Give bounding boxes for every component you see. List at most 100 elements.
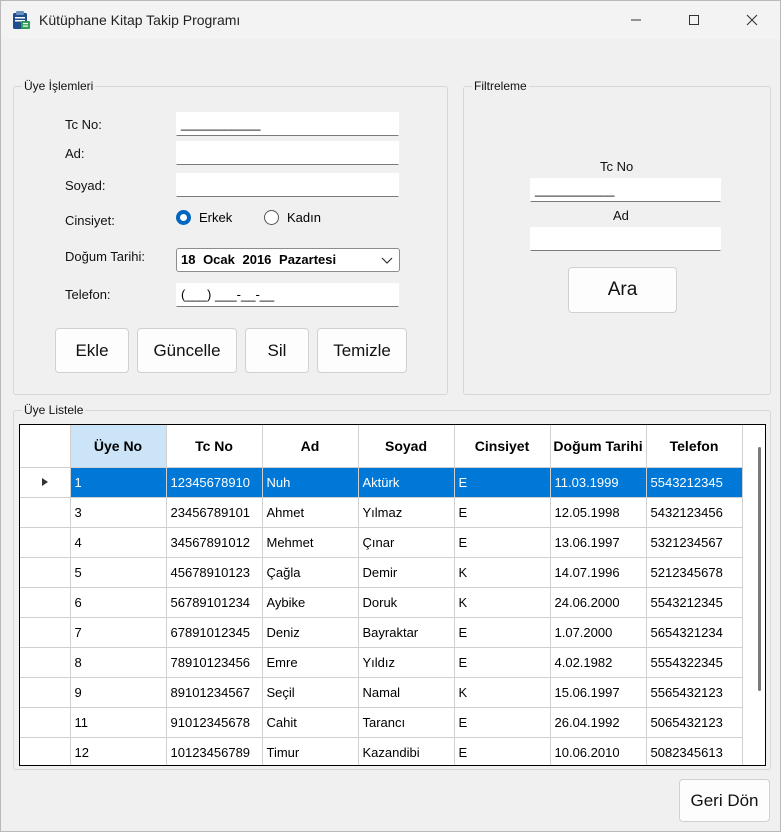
- geri-don-button[interactable]: Geri Dön: [679, 779, 770, 822]
- close-button[interactable]: [723, 1, 781, 39]
- table-row[interactable]: 4 34567891012 Mehmet Çınar E 13.06.1997 532123…: [20, 527, 743, 558]
- table-cell[interactable]: 34567891012: [166, 527, 263, 558]
- table-cell[interactable]: 7: [70, 617, 167, 648]
- table-row[interactable]: 3 23456789101 Ahmet Yılmaz E 12.05.1998 543212…: [20, 497, 743, 528]
- table-cell[interactable]: 9: [70, 677, 167, 708]
- guncelle-button[interactable]: Güncelle: [137, 328, 237, 373]
- table-cell[interactable]: 23456789101: [166, 497, 263, 528]
- title-bar[interactable]: Kütüphane Kitap Takip Programı: [1, 1, 780, 39]
- soyad-field[interactable]: [176, 173, 399, 197]
- table-cell[interactable]: Mehmet: [262, 527, 359, 558]
- row-header[interactable]: [20, 497, 71, 528]
- table-cell[interactable]: 11.03.1999: [550, 467, 647, 498]
- table-cell[interactable]: Deniz: [262, 617, 359, 648]
- table-cell[interactable]: 78910123456: [166, 647, 263, 678]
- table-cell[interactable]: 3: [70, 497, 167, 528]
- table-cell[interactable]: K: [454, 677, 551, 708]
- row-header[interactable]: [20, 617, 71, 648]
- column-header[interactable]: Telefon: [646, 425, 743, 468]
- table-cell[interactable]: 5543212345: [646, 467, 743, 498]
- table-cell[interactable]: 5565432123: [646, 677, 743, 708]
- table-cell[interactable]: 5543212345: [646, 587, 743, 618]
- ara-button[interactable]: Ara: [568, 267, 677, 313]
- table-row[interactable]: 12 10123456789 Timur Kazandibi E 10.06.2010 50…: [20, 737, 743, 765]
- table-cell[interactable]: Aybike: [262, 587, 359, 618]
- table-cell[interactable]: E: [454, 737, 551, 765]
- table-cell[interactable]: 24.06.2000: [550, 587, 647, 618]
- table-cell[interactable]: 8: [70, 647, 167, 678]
- table-cell[interactable]: 12: [70, 737, 167, 765]
- filter-ad-field[interactable]: [530, 227, 721, 251]
- table-cell[interactable]: 91012345678: [166, 707, 263, 738]
- table-cell[interactable]: 6: [70, 587, 167, 618]
- table-cell[interactable]: 12345678910: [166, 467, 263, 498]
- chevron-down-icon[interactable]: [381, 254, 393, 269]
- table-cell[interactable]: 56789101234: [166, 587, 263, 618]
- row-header[interactable]: [20, 587, 71, 618]
- table-cell[interactable]: Demir: [358, 557, 455, 588]
- maximize-button[interactable]: [665, 1, 723, 39]
- table-cell[interactable]: Timur: [262, 737, 359, 765]
- table-cell[interactable]: E: [454, 707, 551, 738]
- table-row[interactable]: 5 45678910123 Çağla Demir K 14.07.1996 5212345…: [20, 557, 743, 588]
- column-header[interactable]: Doğum Tarihi: [550, 425, 647, 468]
- column-header[interactable]: Cinsiyet: [454, 425, 551, 468]
- row-header[interactable]: [20, 677, 71, 708]
- table-cell[interactable]: 13.06.1997: [550, 527, 647, 558]
- minimize-button[interactable]: [607, 1, 665, 39]
- table-cell[interactable]: 10.06.2010: [550, 737, 647, 765]
- table-cell[interactable]: K: [454, 557, 551, 588]
- table-row[interactable]: 8 78910123456 Emre Yıldız E 4.02.1982 55543223…: [20, 647, 743, 678]
- table-cell[interactable]: 67891012345: [166, 617, 263, 648]
- table-cell[interactable]: E: [454, 617, 551, 648]
- sil-button[interactable]: Sil: [245, 328, 309, 373]
- column-header[interactable]: Soyad: [358, 425, 455, 468]
- telefon-field[interactable]: (___) ___-__-__: [176, 283, 399, 307]
- table-cell[interactable]: Bayraktar: [358, 617, 455, 648]
- table-cell[interactable]: Aktürk: [358, 467, 455, 498]
- table-cell[interactable]: 5212345678: [646, 557, 743, 588]
- kadin-radio[interactable]: Kadın: [264, 210, 321, 225]
- table-cell[interactable]: 5432123456: [646, 497, 743, 528]
- column-header[interactable]: Ad: [262, 425, 359, 468]
- table-cell[interactable]: 4.02.1982: [550, 647, 647, 678]
- table-cell[interactable]: 1.07.2000: [550, 617, 647, 648]
- filter-tc-no-field[interactable]: ___________: [530, 178, 721, 202]
- table-cell[interactable]: E: [454, 467, 551, 498]
- table-cell[interactable]: E: [454, 647, 551, 678]
- table-cell[interactable]: 5082345613: [646, 737, 743, 765]
- table-cell[interactable]: Cahit: [262, 707, 359, 738]
- table-cell[interactable]: Doruk: [358, 587, 455, 618]
- table-cell[interactable]: 4: [70, 527, 167, 558]
- table-cell[interactable]: 26.04.1992: [550, 707, 647, 738]
- table-cell[interactable]: Çınar: [358, 527, 455, 558]
- ekle-button[interactable]: Ekle: [55, 328, 129, 373]
- table-cell[interactable]: 45678910123: [166, 557, 263, 588]
- table-cell[interactable]: Namal: [358, 677, 455, 708]
- table-cell[interactable]: 12.05.1998: [550, 497, 647, 528]
- members-grid[interactable]: Üye No Tc No Ad Soyad Cinsiyet Doğum Tar…: [19, 424, 766, 766]
- table-cell[interactable]: Emre: [262, 647, 359, 678]
- table-row[interactable]: 9 89101234567 Seçil Namal K 15.06.1997 5565432…: [20, 677, 743, 708]
- table-cell[interactable]: 15.06.1997: [550, 677, 647, 708]
- table-cell[interactable]: Ahmet: [262, 497, 359, 528]
- table-row[interactable]: 6 56789101234 Aybike Doruk K 24.06.2000 554321…: [20, 587, 743, 618]
- column-header[interactable]: Üye No: [70, 425, 167, 468]
- table-row[interactable]: 1 12345678910 Nuh Aktürk E 11.03.1999 55432123…: [20, 467, 743, 498]
- row-header[interactable]: [20, 527, 71, 558]
- row-header[interactable]: [20, 647, 71, 678]
- dogum-tarihi-picker[interactable]: 18 Ocak 2016 Pazartesi: [176, 248, 400, 272]
- table-cell[interactable]: 89101234567: [166, 677, 263, 708]
- table-cell[interactable]: K: [454, 587, 551, 618]
- table-cell[interactable]: 5321234567: [646, 527, 743, 558]
- column-header[interactable]: Tc No: [166, 425, 263, 468]
- table-cell[interactable]: 1: [70, 467, 167, 498]
- table-cell[interactable]: Çağla: [262, 557, 359, 588]
- ad-field[interactable]: [176, 141, 399, 165]
- table-cell[interactable]: 5554322345: [646, 647, 743, 678]
- table-cell[interactable]: 10123456789: [166, 737, 263, 765]
- table-cell[interactable]: Seçil: [262, 677, 359, 708]
- table-cell[interactable]: Kazandibi: [358, 737, 455, 765]
- table-cell[interactable]: E: [454, 497, 551, 528]
- vertical-scrollbar[interactable]: [758, 447, 761, 691]
